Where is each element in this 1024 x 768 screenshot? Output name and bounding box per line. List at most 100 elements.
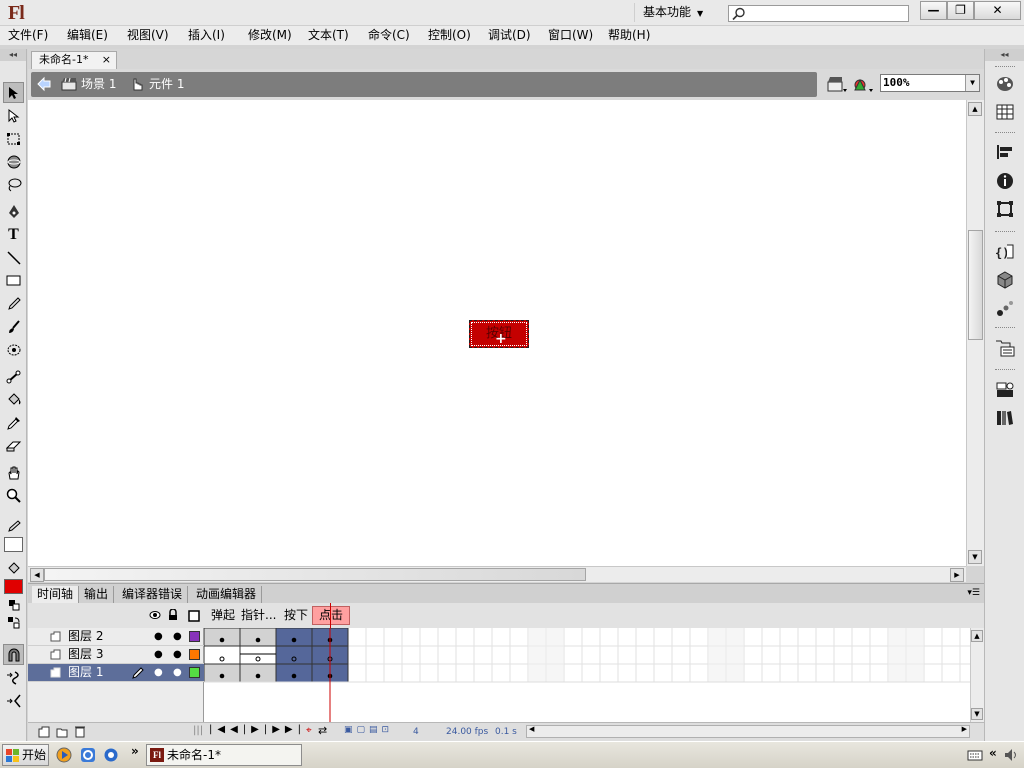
frame-label-up[interactable]: 弹起 — [211, 607, 235, 624]
scroll-down-icon[interactable]: ▼ — [971, 708, 983, 720]
pencil-icon[interactable] — [3, 293, 24, 314]
modify-markers-icon[interactable]: ⊡ — [382, 725, 394, 735]
loop-icon[interactable]: ⇄ — [318, 724, 327, 737]
scroll-up-icon[interactable]: ▲ — [968, 102, 982, 116]
rectangle-tool-icon[interactable] — [3, 270, 24, 291]
deco-icon[interactable] — [3, 339, 24, 360]
straighten-icon[interactable] — [3, 690, 24, 711]
swatches-icon[interactable] — [993, 101, 1017, 123]
3d-rotation-icon[interactable] — [3, 151, 24, 172]
lock-dot[interactable]: ● — [173, 628, 182, 645]
breadcrumb-scene[interactable]: 场景 1 — [61, 76, 116, 92]
lock-dot[interactable]: ● — [173, 664, 182, 681]
workspace-switcher[interactable]: 基本功能 ▼ — [634, 3, 714, 22]
lock-icon[interactable] — [168, 609, 178, 621]
components-icon[interactable] — [993, 269, 1017, 291]
menu-view[interactable]: 视图(V) — [127, 27, 169, 43]
tray-expand-icon[interactable]: « — [989, 746, 997, 760]
movie-explorer-icon[interactable] — [993, 407, 1017, 429]
lock-dot[interactable]: ● — [173, 646, 182, 663]
menu-debug[interactable]: 调试(D) — [488, 27, 531, 43]
settings-gear-icon[interactable] — [103, 747, 119, 763]
edit-scene-icon[interactable] — [826, 74, 848, 94]
tab-output[interactable]: 输出 — [79, 586, 115, 604]
stroke-color-swatch[interactable] — [4, 537, 23, 552]
play-icon[interactable]: ▶ — [251, 724, 264, 735]
snap-magnet-icon[interactable] — [3, 644, 24, 665]
tab-compiler-errors[interactable]: 编译器错误 — [117, 586, 189, 604]
close-window-button[interactable]: ✕ — [974, 1, 1021, 20]
prev-frame-icon[interactable]: ◀| — [230, 724, 251, 735]
visibility-dot[interactable]: ● — [154, 628, 163, 645]
stage-vertical-thumb[interactable] — [968, 230, 983, 340]
taskbar-app-button[interactable]: Fl 未命名-1* — [146, 744, 302, 766]
outline-square-icon[interactable] — [188, 610, 200, 622]
tab-timeline[interactable]: 时间轴 — [32, 586, 80, 604]
project-icon[interactable] — [993, 379, 1017, 401]
brush-icon[interactable] — [3, 316, 24, 337]
info-icon[interactable] — [993, 170, 1017, 192]
back-arrow-icon[interactable] — [36, 76, 52, 92]
motion-presets-icon[interactable] — [993, 297, 1017, 319]
line-tool-icon[interactable] — [3, 247, 24, 268]
panel-menu-icon[interactable]: ▾☰ — [967, 588, 980, 598]
swap-colors-icon[interactable] — [3, 615, 24, 631]
timeline-horizontal-scrollbar[interactable]: ◀ ▶ — [526, 725, 970, 738]
frame-label-hit[interactable]: 点击 — [312, 606, 351, 625]
breadcrumb-symbol[interactable]: 元件 1 — [129, 76, 184, 92]
new-layer-icon[interactable] — [38, 726, 50, 738]
keyboard-icon[interactable] — [967, 748, 983, 762]
document-tab[interactable]: 未命名-1* × — [31, 51, 117, 69]
subselection-icon[interactable] — [3, 105, 24, 126]
pen-icon[interactable] — [3, 201, 24, 222]
edit-multiple-icon[interactable]: ▤ — [369, 725, 382, 735]
menu-edit[interactable]: 编辑(E) — [67, 27, 108, 43]
visibility-dot[interactable]: ● — [154, 646, 163, 663]
frame-rate[interactable]: 24.00 fps — [446, 726, 488, 738]
layer-row[interactable]: 图层 3 ● ● — [28, 646, 204, 664]
fill-color-swatch[interactable] — [4, 579, 23, 594]
layer-row[interactable]: 图层 1 ● ● — [28, 664, 204, 682]
stage-vertical-scrollbar[interactable]: ▲ ▼ — [966, 100, 984, 566]
menu-file[interactable]: 文件(F) — [8, 27, 48, 43]
onion-skin-icon[interactable]: ▣ — [344, 725, 357, 735]
eraser-icon[interactable] — [3, 435, 24, 456]
onion-outline-icon[interactable]: ▢ — [357, 725, 370, 735]
playhead-line[interactable] — [330, 603, 331, 628]
layer-outline-color[interactable] — [189, 667, 200, 678]
scroll-right-icon[interactable]: ▶ — [962, 725, 967, 733]
free-transform-icon[interactable] — [3, 128, 24, 149]
default-colors-icon[interactable] — [3, 598, 24, 612]
collapse-tools-icon[interactable]: ◂◂ — [0, 49, 26, 61]
lasso-icon[interactable] — [3, 174, 24, 195]
volume-icon[interactable] — [1003, 747, 1019, 763]
layer-row[interactable]: 图层 2 ● ● — [28, 628, 204, 646]
edit-symbols-icon[interactable] — [852, 74, 874, 94]
paint-bucket-icon[interactable] — [3, 389, 24, 410]
zoom-icon[interactable] — [3, 485, 24, 506]
close-tab-icon[interactable]: × — [102, 52, 111, 68]
media-player-icon[interactable] — [56, 747, 72, 763]
start-button[interactable]: 开始 — [2, 744, 49, 766]
menu-window[interactable]: 窗口(W) — [548, 27, 593, 43]
menu-commands[interactable]: 命令(C) — [368, 27, 410, 43]
tab-motion-editor[interactable]: 动画编辑器 — [191, 586, 263, 604]
color-panel-icon[interactable] — [993, 73, 1017, 95]
next-frame-icon[interactable]: |▶ — [264, 724, 285, 735]
first-frame-icon[interactable]: |◀ — [209, 724, 230, 735]
show-hide-eye-icon[interactable] — [149, 610, 161, 620]
resize-grip-icon[interactable]: ||| — [193, 725, 203, 736]
menu-text[interactable]: 文本(T) — [308, 27, 349, 43]
minimize-button[interactable]: — — [920, 1, 947, 20]
trash-icon[interactable] — [74, 725, 86, 738]
frame-label-over[interactable]: 指针... — [241, 607, 276, 624]
timeline-vertical-scrollbar[interactable]: ▲ ▼ — [970, 628, 984, 722]
visibility-dot[interactable]: ● — [154, 664, 163, 681]
layer-outline-color[interactable] — [189, 631, 200, 642]
restore-button[interactable]: ❐ — [947, 1, 974, 20]
library-icon[interactable] — [993, 337, 1017, 359]
frame-label-down[interactable]: 按下 — [284, 607, 308, 624]
stage-horizontal-scrollbar[interactable]: ◀ ▶ — [28, 566, 966, 582]
actions-icon[interactable]: {) — [993, 241, 1017, 263]
text-tool-icon[interactable]: T — [3, 224, 24, 245]
